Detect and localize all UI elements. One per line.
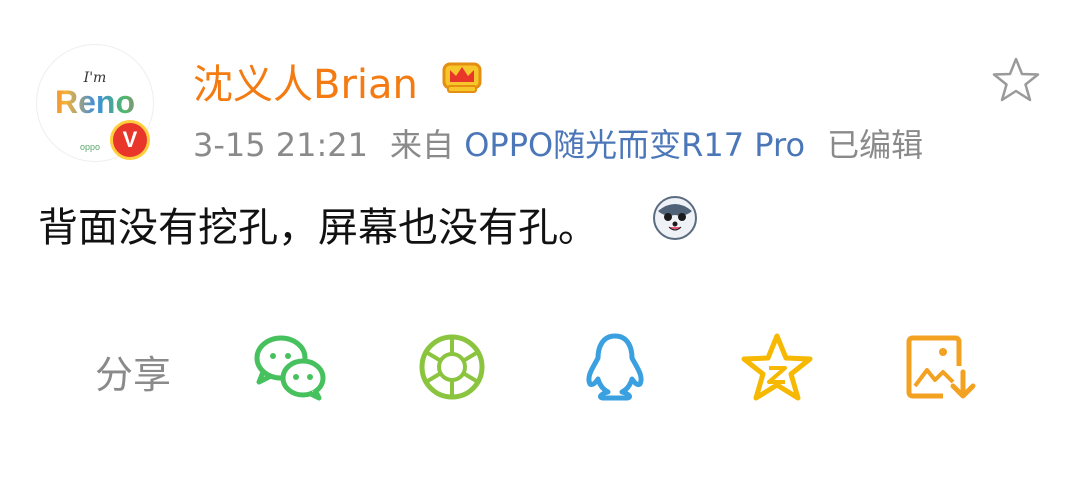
edited-label[interactable]: 已编辑	[827, 126, 923, 164]
wechat-icon[interactable]	[253, 332, 327, 402]
username[interactable]: 沈义人Brian	[193, 52, 418, 110]
source-link[interactable]: OPPO随光而变R17 Pro	[464, 126, 805, 164]
post-meta: 3-15 21:21 来自 OPPO随光而变R17 Pro 已编辑	[193, 120, 923, 166]
moments-aperture-icon[interactable]	[415, 332, 489, 402]
share-label: 分享	[95, 353, 172, 397]
avatar-brand: oppo	[80, 142, 101, 152]
post-content: 背面没有挖孔，屏幕也没有孔。	[38, 205, 598, 251]
qq-penguin-icon[interactable]	[578, 332, 652, 402]
qzone-star-icon[interactable]	[740, 332, 814, 402]
crown-icon	[442, 62, 482, 93]
post-time: 3-15 21:21	[193, 126, 369, 164]
favorite-star-icon[interactable]	[991, 56, 1041, 104]
verified-badge: V	[110, 120, 150, 160]
save-image-icon[interactable]	[903, 332, 977, 402]
avatar-text-main: Reno	[36, 84, 154, 121]
source-prefix: 来自	[390, 126, 455, 164]
husky-emoji-icon	[653, 196, 697, 240]
